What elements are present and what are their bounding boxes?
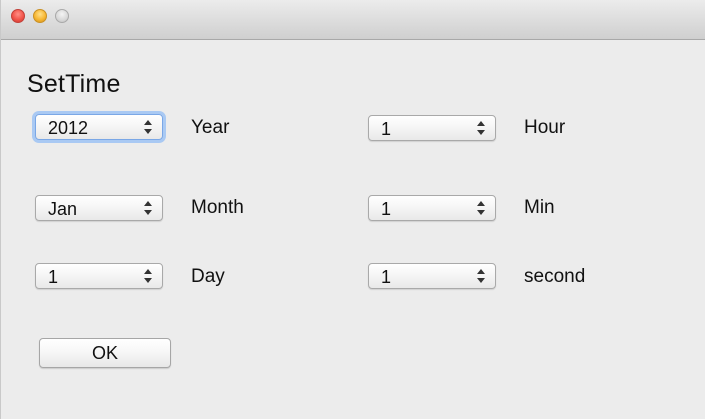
ok-button[interactable]: OK xyxy=(39,338,171,368)
chevron-down-icon xyxy=(144,129,152,134)
hour-select[interactable]: 1 xyxy=(368,115,496,141)
second-label: second xyxy=(524,266,586,287)
chevron-up-icon xyxy=(144,120,152,125)
min-label: Min xyxy=(524,197,555,218)
stepper-arrows-icon xyxy=(144,268,152,284)
chevron-up-icon xyxy=(144,201,152,206)
panel-title: SetTime xyxy=(27,70,121,98)
day-value: 1 xyxy=(48,267,59,287)
chevron-up-icon xyxy=(144,269,152,274)
chevron-up-icon xyxy=(477,121,485,126)
min-value: 1 xyxy=(381,199,392,219)
stepper-arrows-icon xyxy=(477,268,485,284)
month-select[interactable]: Jan xyxy=(35,195,163,221)
close-window-icon[interactable] xyxy=(11,9,25,23)
ok-button-label: OK xyxy=(91,343,118,363)
day-select[interactable]: 1 xyxy=(35,263,163,289)
stepper-arrows-icon xyxy=(477,120,485,136)
chevron-down-icon xyxy=(477,130,485,135)
hour-label: Hour xyxy=(524,117,566,138)
month-value: Jan xyxy=(48,199,78,219)
zoom-window-icon[interactable] xyxy=(55,9,69,23)
minimize-window-icon[interactable] xyxy=(33,9,47,23)
year-select[interactable]: 2012 xyxy=(35,114,163,140)
chevron-up-icon xyxy=(477,269,485,274)
chevron-down-icon xyxy=(144,210,152,215)
window-titlebar[interactable] xyxy=(1,0,705,40)
stepper-arrows-icon xyxy=(477,200,485,216)
stepper-arrows-icon xyxy=(144,119,152,135)
stepper-arrows-icon xyxy=(144,200,152,216)
second-select[interactable]: 1 xyxy=(368,263,496,289)
chevron-down-icon xyxy=(477,210,485,215)
chevron-down-icon xyxy=(144,278,152,283)
settime-window: SetTime 2012 Year Jan Month 1 Day 1 Hour xyxy=(0,0,705,419)
hour-value: 1 xyxy=(381,119,392,139)
day-label: Day xyxy=(191,266,225,287)
year-value: 2012 xyxy=(48,118,89,138)
min-select[interactable]: 1 xyxy=(368,195,496,221)
year-label: Year xyxy=(191,117,230,138)
second-value: 1 xyxy=(381,267,392,287)
chevron-down-icon xyxy=(477,278,485,283)
month-label: Month xyxy=(191,197,244,218)
chevron-up-icon xyxy=(477,201,485,206)
